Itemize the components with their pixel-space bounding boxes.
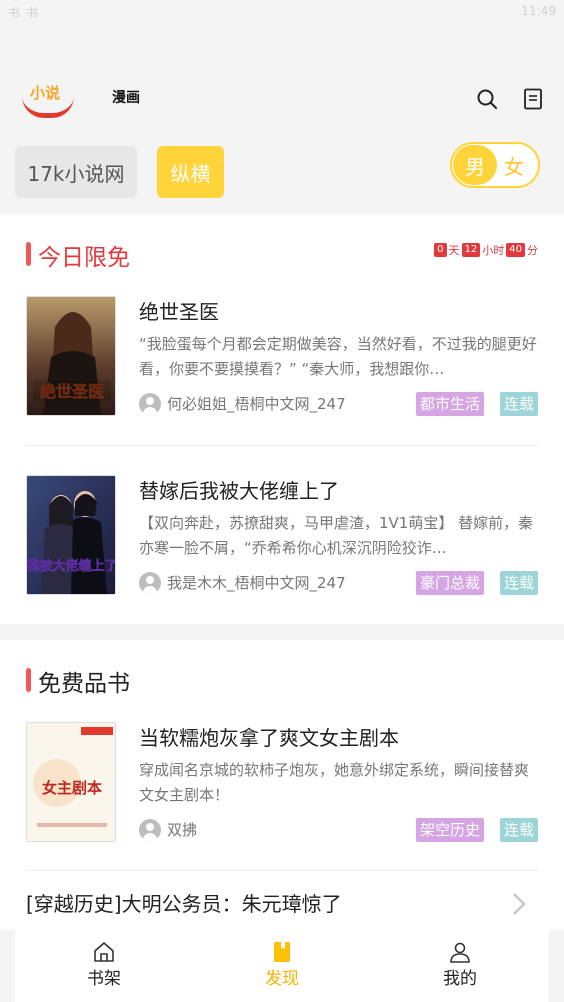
status-tag: 连载: [499, 392, 538, 416]
book-cover: 绝世圣医: [26, 296, 116, 416]
gender-female-option[interactable]: 女: [494, 145, 534, 185]
author-avatar-icon: [139, 393, 161, 415]
book-title: 当软糯炮灰拿了爽文女主剧本: [139, 726, 399, 750]
author-name: 双拂: [167, 821, 198, 839]
source-zongheng-chip[interactable]: 纵横: [157, 146, 224, 198]
status-tag: 连载: [499, 571, 538, 595]
cover-art-icon: 我被大佬缠上了: [27, 476, 116, 594]
app-bar: 小说 漫画: [0, 26, 564, 136]
chevron-right-icon: [513, 893, 526, 915]
status-time: 11:49: [521, 4, 556, 18]
status-left: 书 书: [8, 6, 39, 20]
section-title: 免费品书: [38, 671, 130, 697]
author-avatar-icon: [139, 819, 161, 841]
countdown-days-unit: 天: [448, 244, 460, 257]
countdown-hours-unit: 小时: [482, 244, 505, 257]
bottom-nav: 书架 发现 我的: [15, 926, 549, 1002]
book-item[interactable]: 女主剧本 当软糯炮灰拿了爽文女主剧本 穿成闻名京城的软柿子炮灰，她意外绑定系统，…: [26, 722, 538, 846]
source-17k-chip[interactable]: 17k小说网: [15, 146, 137, 198]
book-description: 穿成闻名京城的软柿子炮灰，她意外绑定系统，瞬间接替爽文女主剧本！: [139, 761, 530, 804]
book-meta: 何必姐姐_梧桐中文网_247 都市生活 连载: [139, 392, 538, 416]
section-accent-bar: [26, 242, 31, 266]
nav-label: 我的: [443, 969, 477, 989]
gender-toggle[interactable]: 男 女: [450, 142, 540, 188]
divider: [26, 870, 538, 871]
countdown-minutes-unit: 分: [527, 244, 538, 257]
book-item[interactable]: 我被大佬缠上了 替嫁后我被大佬缠上了 【双向奔赴，苏撩甜爽，马甲虐渣，1V1萌宝…: [26, 475, 538, 599]
user-icon: [450, 942, 470, 963]
reading-history-icon[interactable]: [523, 88, 543, 110]
author-name: 何必姐姐_梧桐中文网_247: [167, 395, 346, 413]
countdown-days: 0: [434, 243, 447, 257]
nav-mine[interactable]: 我的: [410, 926, 510, 1002]
cover-title-text: 我被大佬缠上了: [27, 558, 116, 574]
search-icon[interactable]: [476, 88, 498, 110]
bookmark-book-icon: [274, 942, 290, 962]
author-name: 我是木木_梧桐中文网_247: [167, 574, 346, 592]
genre-tag: 都市生活: [415, 392, 484, 416]
cover-title-text: 女主剧本: [42, 779, 102, 797]
book-title: 绝世圣医: [139, 300, 219, 324]
free-picks-section: 免费品书 女主剧本 当软糯炮灰拿了爽文女主剧本 穿成闻名京城的软柿子炮灰，她意外…: [0, 640, 564, 930]
author-avatar-icon: [139, 572, 161, 594]
section-title: 今日限免: [38, 245, 130, 271]
list-item-title: [穿越历史]大明公务员：朱元璋惊了: [26, 892, 342, 916]
book-meta: 双拂 架空历史 连载: [139, 818, 538, 842]
nav-bookshelf[interactable]: 书架: [54, 926, 154, 1002]
cover-art-icon: 绝世圣医: [27, 297, 115, 415]
source-filter-bar: 17k小说网 纵横 男 女: [0, 136, 564, 214]
tab-manhua[interactable]: 漫画: [112, 87, 140, 107]
book-cover: 我被大佬缠上了: [26, 475, 116, 595]
book-title: 替嫁后我被大佬缠上了: [139, 479, 339, 503]
genre-tag: 架空历史: [415, 818, 484, 842]
genre-tag: 豪门总裁: [415, 571, 484, 595]
cover-title-text: 绝世圣医: [40, 382, 104, 401]
nav-label: 书架: [87, 969, 121, 989]
book-item[interactable]: 绝世圣医 绝世圣医 “我脸蛋每个月都会定期做美容，当然好看，不过我的腿更好看，你…: [26, 296, 538, 420]
book-cover: 女主剧本: [26, 722, 116, 842]
divider: [26, 445, 538, 446]
section-accent-bar: [26, 668, 31, 692]
gender-male-option[interactable]: 男: [453, 145, 497, 185]
book-description: “我脸蛋每个月都会定期做美容，当然好看，不过我的腿更好看，你要不要摸摸看？” “…: [139, 335, 537, 378]
countdown-minutes: 40: [506, 243, 525, 257]
book-meta: 我是木木_梧桐中文网_247 豪门总裁 连载: [139, 571, 538, 595]
cover-art-icon: 女主剧本: [27, 723, 115, 841]
today-free-section: 今日限免 0 天 12 小时 40 分 绝世圣医 绝世圣医 “我脸蛋每个月都会定…: [0, 214, 564, 624]
countdown-timer: 0 天 12 小时 40 分: [432, 242, 538, 258]
status-bar: 书 书 11:49: [0, 0, 564, 26]
status-tag: 连载: [499, 818, 538, 842]
list-item[interactable]: [穿越历史]大明公务员：朱元璋惊了: [26, 888, 538, 928]
nav-discover[interactable]: 发现: [232, 926, 332, 1002]
novel-tab-logo[interactable]: 小说: [22, 82, 78, 122]
nav-label: 发现: [265, 969, 299, 989]
logo-swoosh: [22, 96, 74, 118]
book-description: 【双向奔赴，苏撩甜爽，马甲虐渣，1V1萌宝】 替嫁前，秦亦寒一脸不屑，“乔希希你…: [139, 514, 534, 557]
home-icon: [94, 942, 114, 962]
countdown-hours: 12: [461, 243, 481, 257]
